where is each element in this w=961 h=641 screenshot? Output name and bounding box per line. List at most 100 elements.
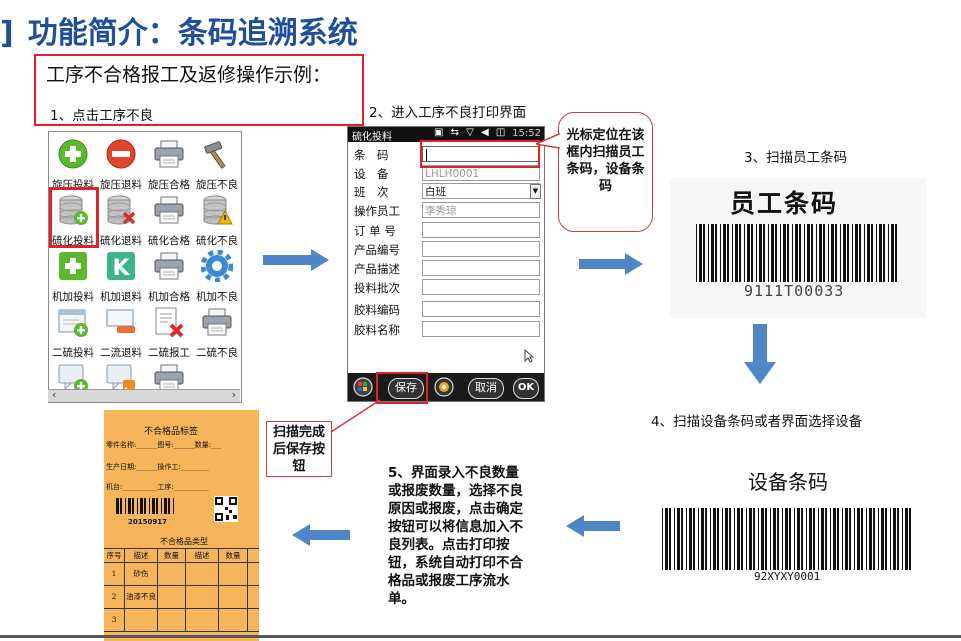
menu-item-label: 二流退料 [100, 347, 142, 359]
step-3-label: 3、扫描员工条码 [744, 150, 848, 166]
employee-barcode-number: 9111T00033 [744, 282, 845, 300]
field-label: 班 次 [354, 185, 389, 199]
sheet-cell: 1 [104, 563, 125, 585]
menu-item-label: 二硫投料 [52, 347, 94, 359]
menu-item-8[interactable]: 硫化不良 [193, 192, 241, 248]
employee-barcode [696, 224, 897, 282]
menu-item-label: 二硫不良 [196, 347, 238, 359]
sheet-column-header: 描述 [186, 549, 219, 562]
sheet-title: 不合格品标签 [144, 427, 199, 437]
save-callout-connector [330, 399, 381, 433]
field-input[interactable] [422, 260, 540, 276]
field-label: 条 码 [354, 148, 389, 162]
employee-barcode-title: 员工条码 [730, 189, 839, 218]
menu-item-4[interactable]: 旋压不良 [193, 136, 241, 192]
sheet-row-2: 生产日期:______操作工:________ [106, 463, 209, 471]
field-input[interactable]: 李秀琼 [422, 202, 540, 218]
menu-item-11[interactable]: 机加合格 [145, 248, 193, 304]
sheet-column-header: 描述 [125, 549, 158, 562]
sheet-row-3: 机台:__________工序:__________ [106, 483, 209, 491]
field-input[interactable] [422, 279, 540, 295]
field-label: 操作员工 [354, 204, 400, 218]
field-input[interactable] [422, 222, 540, 238]
step-4-label: 4、扫描设备条码或者界面选择设备 [651, 414, 863, 430]
field-input[interactable] [422, 241, 540, 257]
dropdown-arrow-icon[interactable]: ▼ [530, 184, 541, 199]
menu-item-14[interactable]: 二流退料 [97, 304, 145, 360]
subtitle: 工序不合格报工及返修操作示例： [46, 64, 332, 86]
app-name: 硫化投料 [352, 132, 392, 143]
sheet-cell [158, 563, 186, 585]
form-row-9: 胶料编码 [354, 301, 540, 319]
selected-item-highlight [49, 187, 99, 248]
menu-item-1[interactable]: 旋压投料 [49, 136, 97, 192]
menu-item-12[interactable]: 机加不良 [193, 248, 241, 304]
sheet-column-header: 数量 [158, 549, 186, 562]
menu-item-10[interactable]: K 机加退料 [97, 248, 145, 304]
menu-item-9[interactable]: 机加投料 [49, 248, 97, 304]
employee-barcode-card: 员工条码 9111T00033 [670, 178, 926, 318]
qr-code-icon [214, 496, 238, 522]
save-callout: 扫描完成后保存按钮 [266, 421, 332, 477]
form-row-6: 产品编号 [354, 241, 540, 259]
barcode-field-highlight [420, 140, 540, 168]
menu-item-16[interactable]: 二硫不良 [193, 304, 241, 360]
sheet-barcode [116, 498, 174, 514]
step-5-description: 5、界面录入不良数量或报废数量，选择不良原因或报废，点击确定按钮可以将信息加入不… [388, 465, 523, 607]
flow-arrow-down [744, 324, 776, 384]
menu-item-label: 机加投料 [52, 291, 94, 303]
form-row-8: 投料批次 [354, 279, 540, 297]
field-label: 投料批次 [354, 281, 400, 295]
bottom-divider [0, 635, 961, 638]
device-barcode [662, 508, 911, 570]
menu-item-label: 机加不良 [196, 291, 238, 303]
sheet-cell [219, 563, 248, 585]
form-row-3: 班 次 白班 ▼ [354, 183, 541, 201]
flow-arrow-left-1 [566, 515, 620, 537]
sheet-cell [186, 586, 219, 608]
form-row-2: 设 备 LHLH0001 [354, 165, 540, 183]
windows-start-icon[interactable] [353, 377, 373, 397]
sheet-cell [186, 563, 219, 585]
sheet-cell: 油漆不良 [125, 586, 158, 608]
sheet-cell [125, 609, 158, 631]
field-label: 产品描述 [354, 262, 400, 276]
menu-item-15[interactable]: 二硫报工 [145, 304, 193, 360]
menu-item-2[interactable]: 旋压退料 [97, 136, 145, 192]
horizontal-scrollbar[interactable]: ‹ › [48, 388, 240, 402]
cancel-button[interactable]: 取消 [468, 378, 504, 399]
scroll-right-icon[interactable]: › [232, 388, 236, 401]
sheet-column-header: 数量 [219, 549, 248, 562]
device-barcode-number: 92XYXY0001 [754, 570, 821, 583]
menu-item-13[interactable]: 二硫投料 [49, 304, 97, 360]
step-1-label: 1、点击工序不良 [50, 108, 154, 124]
page-title: ] 功能简介：条码追溯系统 [0, 8, 358, 52]
field-label: 设 备 [354, 167, 389, 181]
form-row-7: 产品描述 [354, 260, 540, 278]
sheet-column-header: 序号 [104, 549, 125, 562]
menu-item-7[interactable]: 硫化合格 [145, 192, 193, 248]
field-input[interactable] [422, 321, 540, 337]
menu-item-3[interactable]: 旋压合格 [145, 136, 193, 192]
field-input[interactable]: 白班 [422, 183, 540, 199]
sheet-cell [158, 586, 186, 608]
scroll-left-icon[interactable]: ‹ [52, 388, 56, 401]
menu-item-label: 机加合格 [148, 291, 190, 303]
sheet-cell [158, 609, 186, 631]
form-row-1: 条 码 [354, 146, 540, 164]
sheet-cell: 2 [104, 586, 125, 608]
menu-item-6[interactable]: 硫化退料 [97, 192, 145, 248]
title-bracket: ] [0, 16, 14, 51]
cursor-callout-pointer [536, 132, 560, 149]
sheet-cell: 砂伤 [125, 563, 158, 585]
defect-label-sheet: 不合格品标签 零件名称:______图号:______数量:___ 生产日期:_… [104, 410, 259, 641]
field-input[interactable] [422, 301, 540, 317]
ok-button[interactable]: OK [513, 378, 539, 399]
status-icons: ▣ ⇆ ▽ ◀ ◫ [434, 127, 508, 138]
form-row-4: 操作员工 李秀琼 [354, 202, 540, 220]
step-2-label: 2、进入工序不良打印界面 [369, 105, 527, 121]
color-wheel-icon[interactable] [434, 377, 454, 397]
svg-text:K: K [112, 256, 130, 281]
form-row-5: 订 单 号 [354, 222, 540, 240]
menu-item-label: 硫化不良 [196, 235, 238, 247]
